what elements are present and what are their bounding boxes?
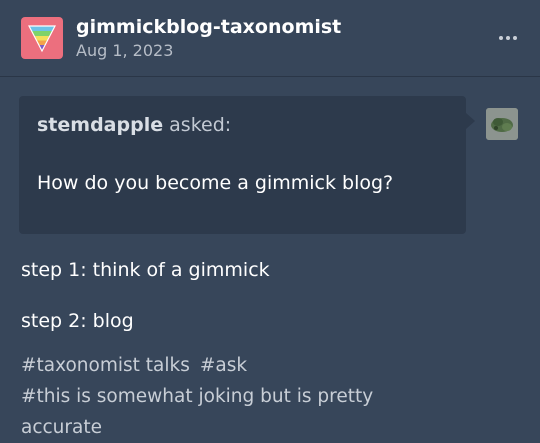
body-line-1: step 1: think of a gimmick bbox=[21, 259, 270, 281]
post-header: gimmickblog-taxonomist Aug 1, 2023 bbox=[0, 0, 540, 77]
ellipsis-icon[interactable] bbox=[494, 26, 522, 50]
tag-taxonomist-talks[interactable]: #taxonomist talks bbox=[21, 355, 190, 376]
tag-somewhat-joking[interactable]: #this is somewhat joking but is pretty a… bbox=[21, 381, 441, 443]
ask-question: How do you become a gimmick blog? bbox=[37, 172, 394, 194]
blog-avatar[interactable] bbox=[21, 17, 63, 59]
post-date: Aug 1, 2023 bbox=[76, 41, 174, 60]
asker-name-link[interactable]: stemdapple bbox=[37, 114, 163, 136]
asker-avatar-image bbox=[486, 108, 518, 140]
post-card: gimmickblog-taxonomist Aug 1, 2023 stemd… bbox=[0, 0, 540, 442]
tag-ask[interactable]: #ask bbox=[200, 355, 247, 376]
triangle-logo-icon bbox=[28, 25, 56, 53]
blog-name-link[interactable]: gimmickblog-taxonomist bbox=[76, 16, 341, 38]
ask-box-pointer bbox=[466, 113, 475, 129]
asker-avatar[interactable] bbox=[486, 108, 518, 140]
asker-line: stemdapple asked: bbox=[37, 114, 231, 136]
tag-list: #taxonomist talks #ask #this is somewhat … bbox=[21, 350, 521, 443]
asked-label: asked: bbox=[169, 114, 232, 136]
body-line-2: step 2: blog bbox=[21, 310, 134, 332]
